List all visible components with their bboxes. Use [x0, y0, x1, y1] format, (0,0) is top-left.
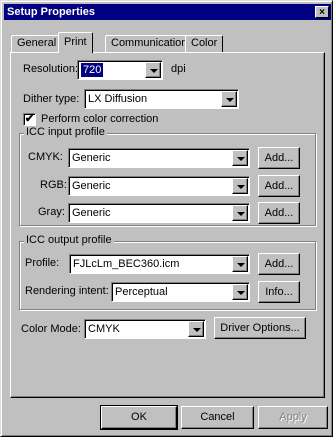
output-profile-combo[interactable]: FJLcLm_BEC360.icm: [69, 254, 250, 274]
icc-output-title: ICC output profile: [24, 234, 114, 246]
rendering-intent-value: Perceptual: [115, 286, 168, 298]
tab-print[interactable]: Print: [58, 32, 93, 53]
icc-input-group: ICC input profile CMYK: Generic Add... R…: [19, 126, 316, 226]
color-mode-label: Color Mode:: [21, 323, 81, 335]
icc-input-title: ICC input profile: [24, 126, 107, 138]
chevron-down-icon[interactable]: [232, 150, 248, 166]
color-correction-label: Perform color correction: [41, 113, 159, 125]
close-icon[interactable]: ×: [315, 6, 329, 18]
driver-options-button[interactable]: Driver Options...: [214, 317, 306, 339]
gray-profile-value: Generic: [72, 207, 111, 219]
tab-color[interactable]: Color: [185, 35, 224, 52]
chevron-down-icon[interactable]: [232, 205, 248, 221]
cmyk-profile-combo[interactable]: Generic: [68, 148, 250, 168]
rgb-profile-value: Generic: [72, 180, 111, 192]
chevron-down-icon[interactable]: [232, 256, 248, 272]
print-tab-panel: Resolution: 720 dpi Dither type: LX Diff…: [10, 52, 325, 398]
dither-combo[interactable]: LX Diffusion: [84, 89, 239, 109]
output-profile-value: FJLcLm_BEC360.icm: [73, 258, 180, 270]
rendering-intent-combo[interactable]: Perceptual: [111, 282, 250, 302]
chevron-down-icon[interactable]: [232, 178, 248, 194]
cmyk-add-button[interactable]: Add...: [258, 147, 300, 169]
tab-communication[interactable]: Communication: [105, 35, 194, 52]
apply-button: Apply: [258, 406, 328, 429]
gray-profile-combo[interactable]: Generic: [68, 203, 250, 223]
cancel-button[interactable]: Cancel: [181, 406, 254, 429]
resolution-unit: dpi: [171, 63, 186, 75]
cmyk-profile-value: Generic: [72, 152, 111, 164]
rgb-profile-combo[interactable]: Generic: [68, 176, 250, 196]
info-button[interactable]: Info...: [258, 281, 300, 303]
chevron-down-icon[interactable]: [188, 321, 204, 337]
ok-button[interactable]: OK: [100, 405, 178, 430]
setup-properties-dialog: Setup Properties × General Print Communi…: [0, 0, 333, 437]
icc-output-group: ICC output profile Profile: FJLcLm_BEC36…: [19, 234, 316, 310]
dither-label: Dither type:: [23, 93, 80, 105]
gray-label: Gray:: [38, 206, 65, 218]
dither-value: LX Diffusion: [88, 93, 148, 105]
dialog-title: Setup Properties: [7, 6, 96, 18]
tab-general[interactable]: General: [11, 35, 63, 52]
chevron-down-icon[interactable]: [145, 62, 161, 78]
gray-add-button[interactable]: Add...: [258, 202, 300, 224]
output-add-button[interactable]: Add...: [258, 253, 300, 275]
chevron-down-icon[interactable]: [232, 284, 248, 300]
rgb-label: RGB:: [40, 179, 67, 191]
color-mode-combo[interactable]: CMYK: [84, 319, 206, 339]
chevron-down-icon[interactable]: [221, 91, 237, 107]
resolution-label: Resolution:: [23, 63, 79, 75]
resolution-value: 720: [81, 63, 104, 77]
rgb-add-button[interactable]: Add...: [258, 175, 300, 197]
cmyk-label: CMYK:: [28, 151, 63, 163]
color-mode-value: CMYK: [88, 323, 120, 335]
title-bar: Setup Properties ×: [4, 4, 331, 20]
resolution-combo[interactable]: 720: [77, 60, 163, 80]
rendering-intent-label: Rendering intent:: [25, 285, 109, 297]
color-correction-checkbox[interactable]: ✔: [23, 113, 36, 126]
profile-label: Profile:: [25, 257, 60, 269]
